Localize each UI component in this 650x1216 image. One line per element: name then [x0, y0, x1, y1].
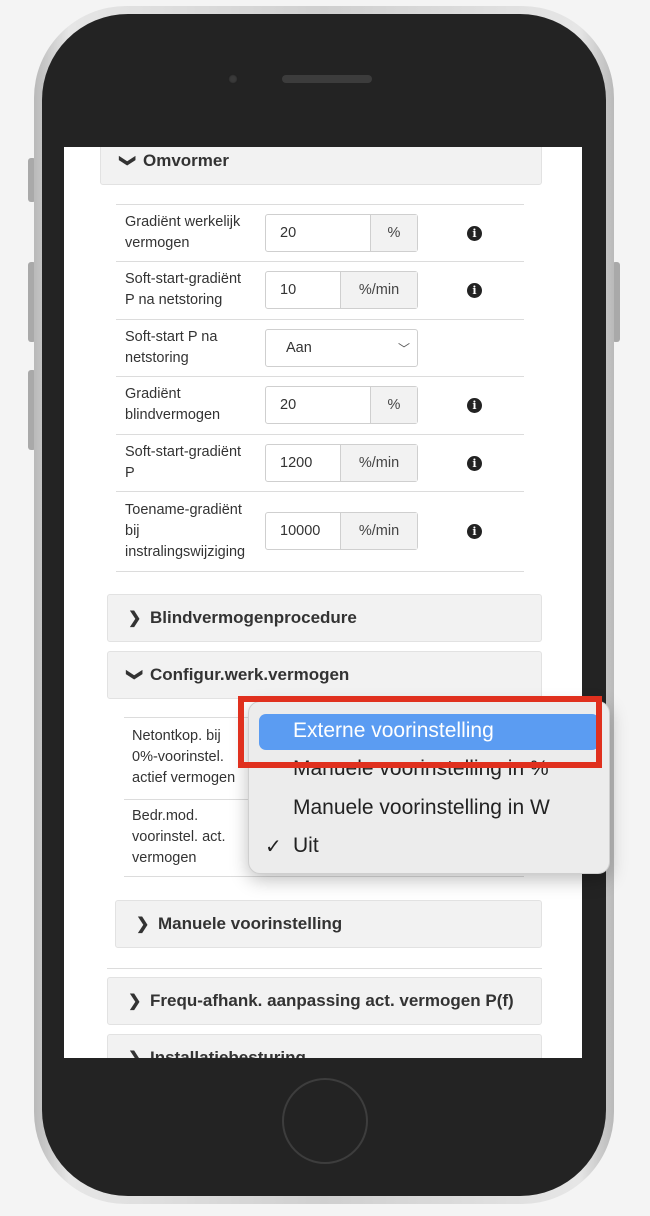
section-title: Configur.werk.vermogen	[150, 665, 350, 684]
section-blindvermogen-header[interactable]: ❯ Blindvermogenprocedure	[107, 594, 542, 642]
chevron-down-icon: ❯	[126, 668, 143, 682]
section-title: Frequ-afhank. aanpassing act. vermogen P…	[150, 991, 514, 1010]
row-label: Soft-start-gradiënt P na netstoring	[125, 271, 242, 308]
row-label: Gradiënt blindvermogen	[125, 386, 221, 423]
chevron-down-icon: ﹀	[397, 341, 410, 356]
soft-start-gradient-p-input[interactable]: 1200 %/min	[265, 444, 418, 482]
row-divider	[116, 261, 524, 262]
gradient-werkelijk-vermogen-input[interactable]: 20 %	[265, 214, 418, 252]
section-title: Omvormer	[143, 151, 229, 170]
section-omvormer-header[interactable]: ❯ Omvormer	[100, 147, 542, 185]
gradient-blindvermogen-input[interactable]: 20 %	[265, 386, 418, 424]
chevron-right-icon: ❯	[128, 1048, 142, 1058]
chevron-right-icon: ❯	[128, 610, 142, 627]
checkmark-icon: ✓	[265, 836, 282, 858]
section-divider	[107, 968, 542, 969]
section-title: Blindvermogenprocedure	[150, 608, 357, 627]
home-button[interactable]	[282, 1078, 368, 1164]
speaker-grille	[282, 75, 372, 83]
annotation-highlight-box	[238, 696, 602, 768]
section-installatie-header[interactable]: ❯ Installatiebesturing	[107, 1034, 542, 1058]
section-title: Manuele voorinstelling	[158, 914, 343, 933]
chevron-right-icon: ❯	[136, 916, 150, 933]
section-manuele-header[interactable]: ❯ Manuele voorinstelling	[115, 900, 542, 948]
row-divider	[116, 319, 524, 320]
info-icon[interactable]: i	[467, 456, 482, 471]
info-icon[interactable]: i	[467, 398, 482, 413]
screen: ❯ Omvormer Gradiënt werkelijk vermogen 20…	[64, 147, 582, 1058]
option-manuele-watt[interactable]: Manuele voorinstelling in W	[293, 796, 550, 820]
row-label: Toename-gradiënt bij instralingswijziging	[125, 502, 246, 560]
option-uit[interactable]: Uit	[293, 834, 319, 858]
row-divider	[116, 376, 524, 377]
row-label: Bedr.mod. voorinstel. act. vermogen	[132, 808, 226, 866]
section-configur-header[interactable]: ❯ Configur.werk.vermogen	[107, 651, 542, 699]
info-icon[interactable]: i	[467, 283, 482, 298]
info-icon[interactable]: i	[467, 226, 482, 241]
row-divider	[124, 876, 524, 877]
info-icon[interactable]: i	[467, 524, 482, 539]
chevron-right-icon: ❯	[128, 993, 142, 1010]
toename-gradient-input[interactable]: 10000 %/min	[265, 512, 418, 550]
row-divider	[116, 434, 524, 435]
row-divider	[116, 204, 524, 205]
row-label: Netontkop. bij 0%-voorinstel. actief vermo…	[132, 728, 236, 786]
section-title: Installatiebesturing	[150, 1048, 306, 1058]
row-label: Gradiënt werkelijk vermogen	[125, 214, 241, 251]
section-frequ-header[interactable]: ❯ Frequ-afhank. aanpassing act. vermogen…	[107, 977, 542, 1025]
row-divider	[116, 571, 524, 572]
row-label: Soft-start P na netstoring	[125, 329, 218, 366]
row-label: Soft-start-gradiënt P	[125, 444, 242, 481]
row-divider	[116, 491, 524, 492]
soft-start-gradient-netstoring-input[interactable]: 10 %/min	[265, 271, 418, 309]
chevron-down-icon: ❯	[119, 154, 136, 168]
camera-icon	[228, 74, 238, 84]
soft-start-p-select[interactable]: Aan ﹀	[265, 329, 418, 367]
